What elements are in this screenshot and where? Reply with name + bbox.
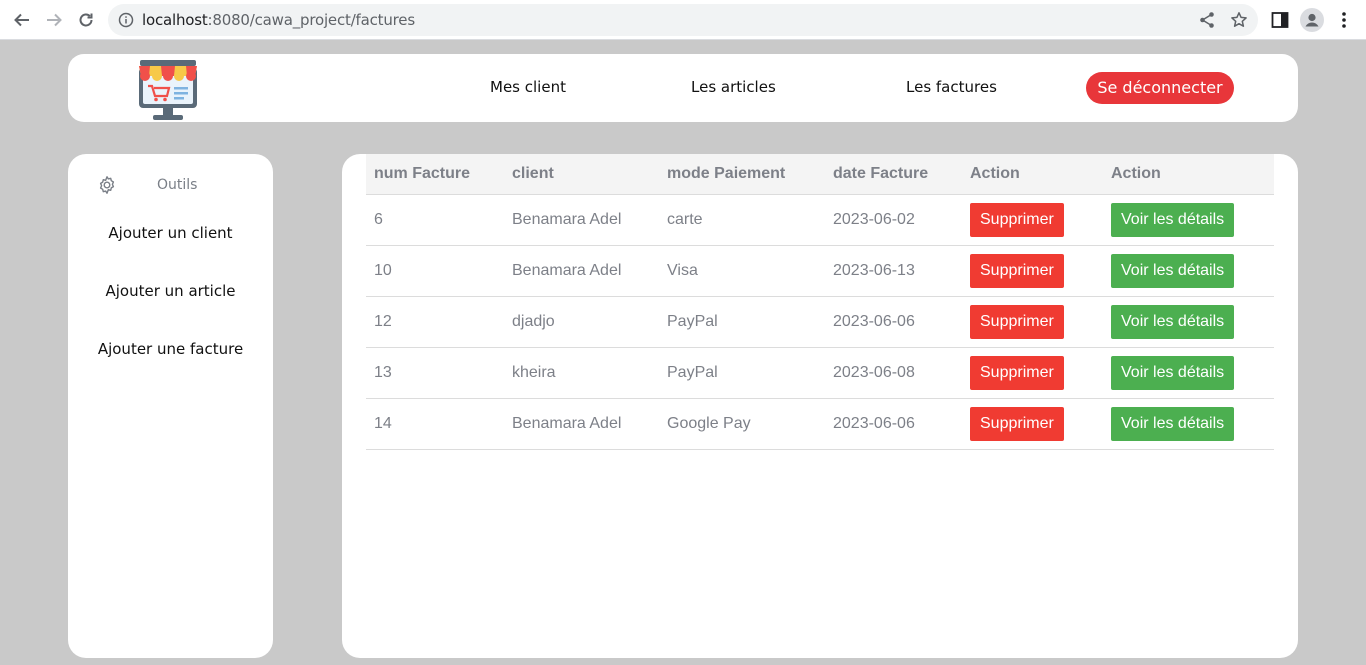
cell-date: 2023-06-02 xyxy=(825,194,962,246)
header-action-details: Action xyxy=(1103,154,1274,195)
cell-delete: Supprimer xyxy=(962,296,1103,348)
invoices-panel: num Facture client mode Paiement date Fa… xyxy=(342,154,1298,658)
cell-date: 2023-06-08 xyxy=(825,347,962,399)
cell-mode: PayPal xyxy=(659,296,825,348)
header-mode-paiement: mode Paiement xyxy=(659,154,825,195)
url-text: localhost:8080/cawa_project/factures xyxy=(142,4,415,36)
reload-icon[interactable] xyxy=(74,8,98,32)
logout-button[interactable]: Se déconnecter xyxy=(1086,72,1234,104)
nav-link-factures[interactable]: Les factures xyxy=(906,54,997,122)
add-invoice-link[interactable]: Ajouter une facture xyxy=(68,338,273,360)
cell-num: 14 xyxy=(366,398,504,450)
table-row: 10 Benamara Adel Visa 2023-06-13 Supprim… xyxy=(366,245,1274,297)
table-row: 6 Benamara Adel carte 2023-06-02 Supprim… xyxy=(366,194,1274,246)
cell-num: 6 xyxy=(366,194,504,246)
share-icon[interactable] xyxy=(1198,11,1216,29)
cell-client: Benamara Adel xyxy=(504,245,659,297)
profile-avatar-icon[interactable] xyxy=(1300,8,1324,32)
table-row: 13 kheira PayPal 2023-06-08 Supprimer Vo… xyxy=(366,347,1274,399)
view-details-button[interactable]: Voir les détails xyxy=(1111,304,1235,339)
top-navbar: Mes client Les articles Les factures Se … xyxy=(68,54,1298,122)
browser-menu-icon[interactable] xyxy=(1336,10,1352,30)
cell-delete: Supprimer xyxy=(962,398,1103,450)
cell-delete: Supprimer xyxy=(962,194,1103,246)
cell-details: Voir les détails xyxy=(1103,398,1274,450)
delete-button[interactable]: Supprimer xyxy=(970,253,1064,288)
cell-client: kheira xyxy=(504,347,659,399)
shop-logo-icon[interactable] xyxy=(136,56,200,122)
invoices-table: num Facture client mode Paiement date Fa… xyxy=(366,154,1274,450)
add-article-link[interactable]: Ajouter un article xyxy=(68,280,273,302)
header-client: client xyxy=(504,154,659,195)
cell-mode: PayPal xyxy=(659,347,825,399)
tools-header: Outils xyxy=(68,174,273,196)
table-row: 14 Benamara Adel Google Pay 2023-06-06 S… xyxy=(366,398,1274,450)
cell-delete: Supprimer xyxy=(962,245,1103,297)
gear-icon xyxy=(99,176,115,194)
back-arrow-icon[interactable] xyxy=(10,8,34,32)
tools-label: Outils xyxy=(157,177,198,193)
cell-mode: carte xyxy=(659,194,825,246)
delete-button[interactable]: Supprimer xyxy=(970,304,1064,339)
address-bar[interactable]: localhost:8080/cawa_project/factures xyxy=(108,4,1258,36)
table-header-row: num Facture client mode Paiement date Fa… xyxy=(366,154,1274,195)
url-path: :8080/cawa_project/factures xyxy=(207,11,416,29)
header-action-delete: Action xyxy=(962,154,1103,195)
side-panel-icon[interactable] xyxy=(1271,11,1289,29)
delete-button[interactable]: Supprimer xyxy=(970,406,1064,441)
delete-button[interactable]: Supprimer xyxy=(970,355,1064,390)
view-details-button[interactable]: Voir les détails xyxy=(1111,355,1235,390)
cell-details: Voir les détails xyxy=(1103,347,1274,399)
cell-client: djadjo xyxy=(504,296,659,348)
nav-link-articles[interactable]: Les articles xyxy=(691,54,776,122)
forward-arrow-icon[interactable] xyxy=(42,8,66,32)
nav-link-clients[interactable]: Mes client xyxy=(490,54,566,122)
url-host: localhost xyxy=(142,11,208,29)
cell-date: 2023-06-13 xyxy=(825,245,962,297)
site-info-icon[interactable] xyxy=(118,12,134,28)
browser-toolbar: localhost:8080/cawa_project/factures xyxy=(0,0,1366,40)
cell-mode: Google Pay xyxy=(659,398,825,450)
cell-client: Benamara Adel xyxy=(504,398,659,450)
view-details-button[interactable]: Voir les détails xyxy=(1111,406,1235,441)
cell-date: 2023-06-06 xyxy=(825,296,962,348)
cell-details: Voir les détails xyxy=(1103,296,1274,348)
table-row: 12 djadjo PayPal 2023-06-06 Supprimer Vo… xyxy=(366,296,1274,348)
cell-delete: Supprimer xyxy=(962,347,1103,399)
header-num-facture: num Facture xyxy=(366,154,504,195)
cell-num: 13 xyxy=(366,347,504,399)
cell-num: 12 xyxy=(366,296,504,348)
bookmark-star-icon[interactable] xyxy=(1230,11,1248,29)
delete-button[interactable]: Supprimer xyxy=(970,202,1064,237)
cell-details: Voir les détails xyxy=(1103,245,1274,297)
cell-mode: Visa xyxy=(659,245,825,297)
view-details-button[interactable]: Voir les détails xyxy=(1111,253,1235,288)
header-date-facture: date Facture xyxy=(825,154,962,195)
cell-date: 2023-06-06 xyxy=(825,398,962,450)
view-details-button[interactable]: Voir les détails xyxy=(1111,202,1235,237)
cell-client: Benamara Adel xyxy=(504,194,659,246)
cell-num: 10 xyxy=(366,245,504,297)
add-client-link[interactable]: Ajouter un client xyxy=(68,222,273,244)
cell-details: Voir les détails xyxy=(1103,194,1274,246)
tools-sidebar: Outils Ajouter un client Ajouter un arti… xyxy=(68,154,273,658)
